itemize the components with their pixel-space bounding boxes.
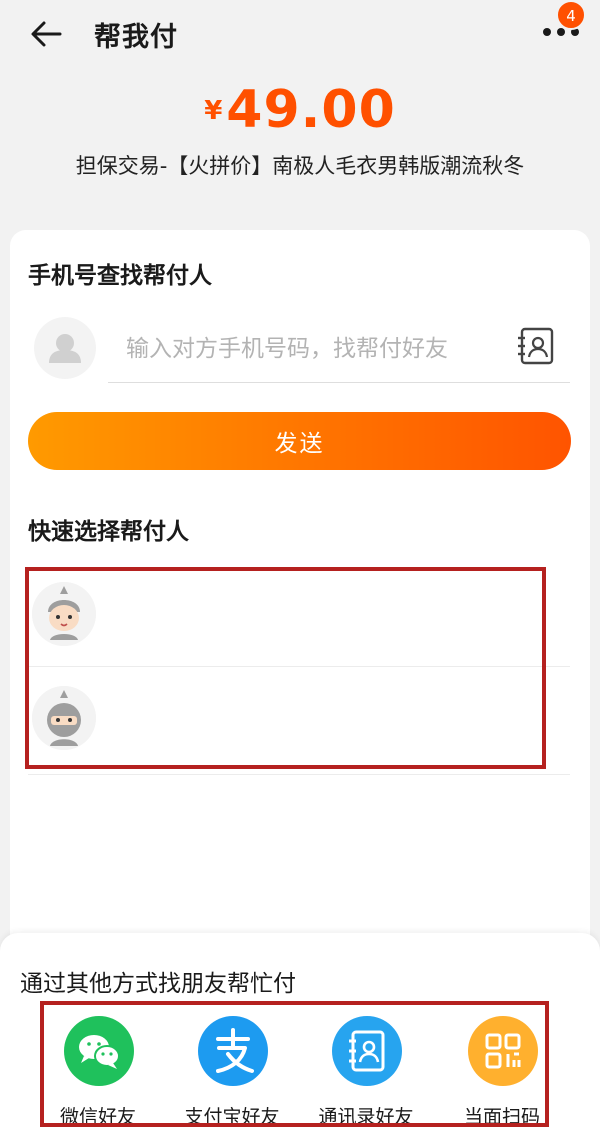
phone-search-title: 手机号查找帮付人 bbox=[28, 263, 212, 289]
quick-select-highlight-box bbox=[25, 567, 546, 769]
share-methods-highlight-box bbox=[40, 1001, 549, 1127]
address-book-icon[interactable] bbox=[516, 326, 556, 366]
order-description: 担保交易-【火拼价】南极人毛衣男韩版潮流秋冬 bbox=[75, 154, 525, 178]
amount-value: 49.00 bbox=[226, 80, 396, 140]
order-amount: ¥49.00 bbox=[0, 80, 600, 140]
quick-select-title: 快速选择帮付人 bbox=[28, 519, 189, 545]
other-methods-title: 通过其他方式找朋友帮忙付 bbox=[20, 971, 296, 997]
navigation-bar: 帮我付 4 bbox=[0, 0, 600, 70]
send-button[interactable]: 发送 bbox=[28, 412, 571, 470]
person-placeholder-icon bbox=[34, 317, 96, 379]
row-divider bbox=[28, 774, 570, 775]
page-title: 帮我付 bbox=[94, 22, 178, 53]
currency-symbol: ¥ bbox=[204, 96, 223, 126]
back-arrow-icon[interactable] bbox=[26, 16, 66, 52]
phone-number-input[interactable] bbox=[108, 318, 508, 380]
input-underline bbox=[108, 382, 570, 383]
notification-badge: 4 bbox=[556, 0, 586, 30]
